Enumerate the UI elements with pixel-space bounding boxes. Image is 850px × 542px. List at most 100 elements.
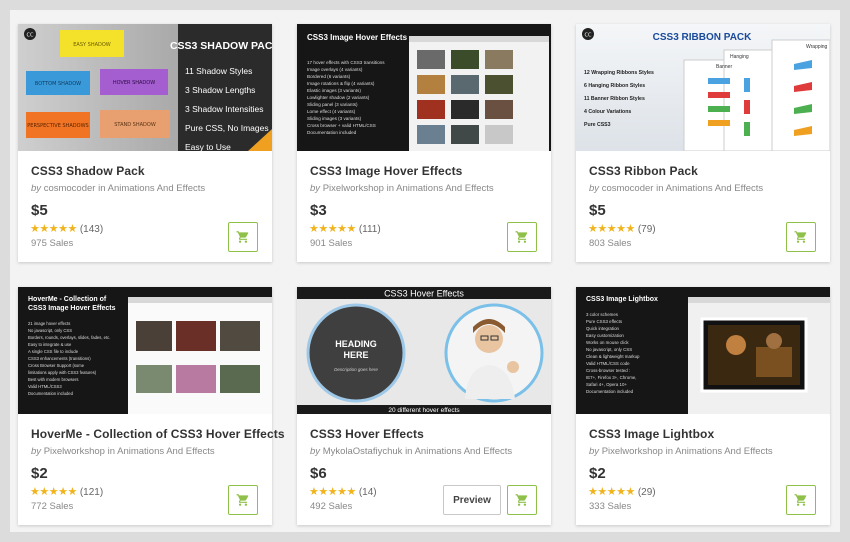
- shadow-sample: STAND SHADOW: [114, 122, 156, 128]
- thumb-bullet: 3 Shadow Lengths: [185, 85, 255, 95]
- product-price: $2: [31, 465, 48, 482]
- thumb-bullet: Easy to integrate & use: [28, 342, 72, 347]
- thumb-bullet: 21 image hover effects: [28, 321, 70, 326]
- thumb-bullet: IE7+, Firefox 3+, Chrome,: [586, 375, 637, 380]
- product-card[interactable]: CC CSS3 RIBBON PACK 12 Wrapping Ribbons …: [576, 24, 830, 262]
- thumb-bullet: No javascript, only CSS: [586, 347, 632, 352]
- ribbon-panel-label: Wrapping: [806, 44, 828, 50]
- product-thumbnail[interactable]: CC EASY SHADOW BOTTOM SHADOW HOVER SHADO…: [18, 24, 272, 151]
- cart-icon: [515, 231, 528, 243]
- author-link[interactable]: MykolaOstafiychuk: [323, 446, 403, 457]
- thumb-heading: CSS3 Image Lightbox: [586, 296, 658, 303]
- product-price: $5: [31, 202, 48, 219]
- author-link[interactable]: cosmocoder: [44, 183, 96, 194]
- add-to-cart-button[interactable]: [228, 485, 258, 515]
- add-to-cart-button[interactable]: [507, 222, 537, 252]
- thumb-bullet: 3 color schemes: [586, 312, 619, 317]
- thumb-bullet: Sliding images (3 variants): [307, 116, 362, 121]
- product-rating: ★★★★★ (111): [309, 222, 381, 235]
- author-link[interactable]: Pixelworkshop: [602, 446, 663, 457]
- product-thumbnail[interactable]: CSS3 Hover Effects 20 different hover ef…: [297, 287, 551, 414]
- thumb-bullet: Documentation included: [586, 389, 634, 394]
- byline-by: by: [589, 446, 600, 457]
- product-thumbnail[interactable]: CC CSS3 RIBBON PACK 12 Wrapping Ribbons …: [576, 24, 830, 151]
- thumb-bullet: Elastic images (3 variants): [307, 88, 361, 93]
- shadow-sample: EASY SHADOW: [73, 42, 111, 48]
- product-title[interactable]: CSS3 Shadow Pack: [31, 164, 262, 178]
- byline-by: by: [310, 183, 321, 194]
- ribbon-panel-label: Banner: [716, 64, 732, 70]
- product-thumbnail[interactable]: CSS3 Image Lightbox 3 color schemes Pure…: [576, 287, 830, 414]
- thumb-bullet: Quick integration: [586, 326, 620, 331]
- product-price: $2: [589, 465, 606, 482]
- circle-sub: Description goes here: [334, 367, 378, 372]
- add-to-cart-button[interactable]: [786, 222, 816, 252]
- thumb-bullet: Cross browser + valid HTML/CSS: [307, 123, 376, 128]
- shadow-sample: PERSPECTIVE SHADOWS: [27, 123, 88, 129]
- product-card[interactable]: CSS3 Hover Effects 20 different hover ef…: [297, 287, 551, 525]
- cart-icon: [794, 494, 807, 506]
- star-rating-icon: ★★★★★: [588, 223, 635, 235]
- review-count: (143): [79, 224, 104, 235]
- product-card[interactable]: HoverMe - Collection of CSS3 Image Hover…: [18, 287, 284, 525]
- sales-count: 975 Sales: [31, 238, 74, 249]
- thumb-bullet: 11 Banner Ribbon Styles: [584, 96, 645, 102]
- byline-in: in: [405, 446, 413, 457]
- thumb-bullet: Cross Browser Support (some: [28, 363, 85, 368]
- sales-count: 803 Sales: [589, 238, 632, 249]
- author-link[interactable]: Pixelworkshop: [323, 183, 384, 194]
- thumb-bullet: 12 Wrapping Ribbons Styles: [584, 70, 654, 76]
- thumb-heading-line: HoverMe - Collection of: [28, 296, 107, 303]
- product-price: $3: [310, 202, 327, 219]
- product-rating: ★★★★★ (14): [309, 485, 377, 498]
- thumb-heading: CSS3 SHADOW PACK: [170, 40, 272, 52]
- product-rating: ★★★★★ (143): [30, 222, 103, 235]
- category-link[interactable]: Animations And Effects: [396, 183, 494, 194]
- thumb-heading: CSS3 RIBBON PACK: [653, 32, 752, 43]
- product-title[interactable]: CSS3 Image Hover Effects: [310, 164, 541, 178]
- sales-count: 333 Sales: [589, 501, 632, 512]
- byline-in: in: [386, 183, 394, 194]
- circle-heading-line: HEADING: [335, 339, 377, 349]
- thumb-bullet: Easy customization: [586, 333, 624, 338]
- category-link[interactable]: Animations And Effects: [415, 446, 513, 457]
- thumb-bullet: Pure CSS3 effects: [586, 319, 623, 324]
- preview-button[interactable]: Preview: [443, 485, 501, 515]
- thumb-bullet: No javascript, only CSS: [28, 328, 72, 333]
- product-title[interactable]: CSS3 Image Lightbox: [589, 427, 820, 441]
- add-to-cart-button[interactable]: [786, 485, 816, 515]
- thumb-bullet: Works on mouse click: [586, 340, 629, 345]
- thumb-bullet: Pure CSS, No Images: [185, 123, 269, 133]
- product-title[interactable]: CSS3 Ribbon Pack: [589, 164, 820, 178]
- cart-icon: [236, 231, 249, 243]
- category-link[interactable]: Animations And Effects: [675, 446, 773, 457]
- product-rating: ★★★★★ (29): [588, 485, 656, 498]
- product-card[interactable]: CC EASY SHADOW BOTTOM SHADOW HOVER SHADO…: [18, 24, 272, 262]
- category-link[interactable]: Animations And Effects: [666, 183, 764, 194]
- product-rating: ★★★★★ (79): [588, 222, 656, 235]
- category-link[interactable]: Animations And Effects: [108, 183, 206, 194]
- author-link[interactable]: Pixelworkshop: [44, 446, 105, 457]
- thumb-bullet: Valid HTML/CSS3: [28, 384, 62, 389]
- thumb-heading: CSS3 Hover Effects: [384, 289, 464, 299]
- product-thumbnail[interactable]: HoverMe - Collection of CSS3 Image Hover…: [18, 287, 272, 414]
- thumb-bullet: Lome effect (4 variants): [307, 109, 356, 114]
- thumb-bullet: Sliding panel (3 variants): [307, 102, 358, 107]
- product-title[interactable]: CSS3 Hover Effects: [310, 427, 541, 441]
- product-card[interactable]: CSS3 Image Hover Effects 17 hover effect…: [297, 24, 551, 262]
- thumb-bullet: Pure CSS3: [584, 122, 611, 128]
- add-to-cart-button[interactable]: [507, 485, 537, 515]
- sales-count: 772 Sales: [31, 501, 74, 512]
- thumb-footer: 20 different hover effects: [388, 407, 460, 414]
- product-thumbnail[interactable]: CSS3 Image Hover Effects 17 hover effect…: [297, 24, 551, 151]
- circle-heading-line: HERE: [343, 350, 368, 360]
- byline-in: in: [107, 446, 115, 457]
- thumb-bullet: CSS3 enhancements (transitions): [28, 356, 91, 361]
- author-link[interactable]: cosmocoder: [602, 183, 654, 194]
- product-title[interactable]: HoverMe - Collection of CSS3 Hover Effec…: [31, 427, 284, 441]
- product-card[interactable]: CSS3 Image Lightbox 3 color schemes Pure…: [576, 287, 830, 525]
- category-link[interactable]: Animations And Effects: [117, 446, 215, 457]
- thumb-bullet: Cross-browser tested :: [586, 368, 630, 373]
- shadow-sample: BOTTOM SHADOW: [35, 81, 81, 87]
- add-to-cart-button[interactable]: [228, 222, 258, 252]
